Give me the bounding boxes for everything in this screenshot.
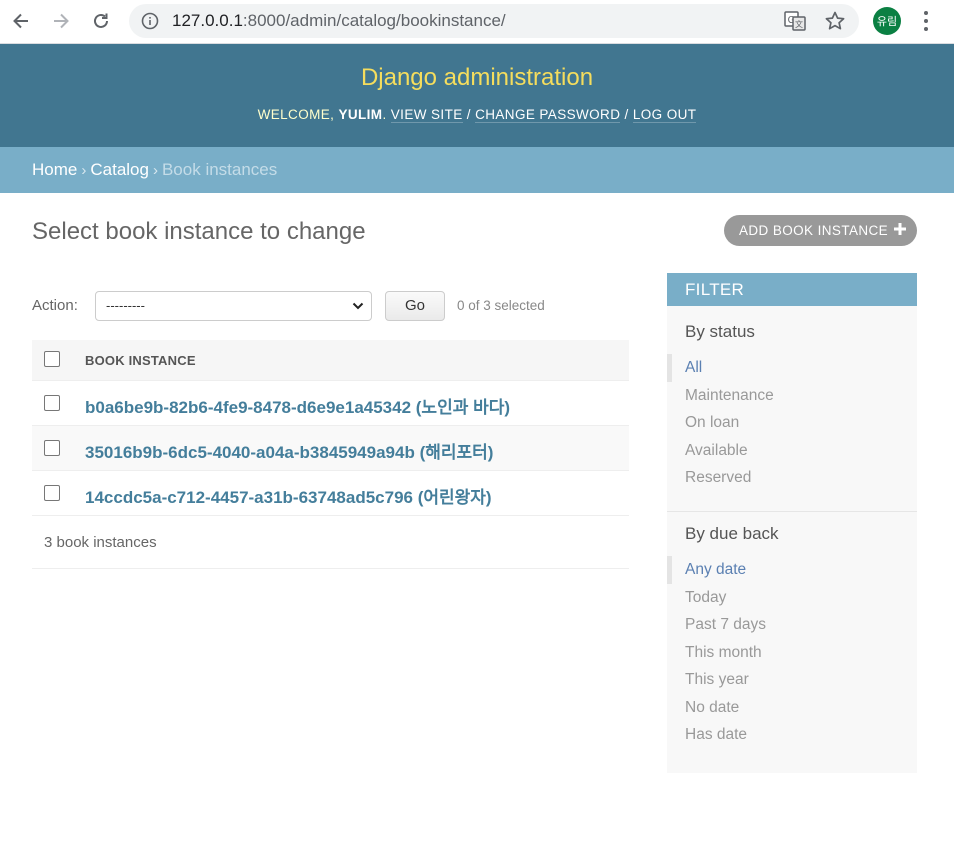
row-checkbox[interactable] (44, 395, 60, 411)
filter-option-maintenance[interactable]: Maintenance (667, 382, 917, 410)
filter-option-available[interactable]: Available (667, 437, 917, 465)
browser-menu-icon[interactable] (914, 8, 938, 34)
browser-toolbar: 127.0.0.1:8000/admin/catalog/bookinstanc… (0, 0, 954, 44)
row-checkbox[interactable] (44, 440, 60, 456)
selected-count: 0 of 3 selected (457, 298, 545, 313)
forward-button[interactable] (46, 6, 76, 36)
table-header: BOOK INSTANCE (32, 340, 629, 381)
url-text: 127.0.0.1:8000/admin/catalog/bookinstanc… (172, 11, 506, 30)
filter-heading-due-back: By due back (685, 524, 779, 543)
filter-option-on-loan[interactable]: On loan (667, 409, 917, 437)
action-selected-value: --------- (106, 298, 145, 313)
filter-option-no-date[interactable]: No date (667, 694, 917, 722)
breadcrumb-separator: › (152, 162, 158, 179)
add-book-instance-button[interactable]: ADD BOOK INSTANCE (724, 215, 917, 246)
filter-option-has-date[interactable]: Has date (667, 721, 917, 749)
book-instance-link[interactable]: 14ccdc5a-c712-4457-a31b-63748ad5c796 (어린… (85, 483, 492, 508)
back-arrow-icon (13, 13, 28, 29)
breadcrumb-catalog[interactable]: Catalog (90, 160, 149, 179)
filter-option-any-date[interactable]: Any date (667, 556, 917, 584)
page-title: Select book instance to change (32, 218, 366, 245)
filter-group-status: By status All Maintenance On loan Availa… (667, 322, 917, 492)
site-name[interactable]: Django administration (0, 64, 954, 92)
row-checkbox[interactable] (44, 485, 60, 501)
filter-divider (667, 511, 917, 512)
result-count: 3 book instances (44, 534, 157, 551)
back-button[interactable] (6, 6, 36, 36)
bookmark-star-icon[interactable] (824, 10, 846, 32)
site-info-icon[interactable] (141, 12, 159, 30)
breadcrumb: Home › Catalog › Book instances (0, 147, 954, 193)
add-button-label: ADD BOOK INSTANCE (739, 223, 889, 238)
table-row: b0a6be9b-82b6-4fe9-8478-d6e9e1a45342 (노인… (32, 381, 629, 426)
table-row: 14ccdc5a-c712-4457-a31b-63748ad5c796 (어린… (32, 471, 629, 516)
filter-option-today[interactable]: Today (667, 584, 917, 612)
log-out-link[interactable]: LOG OUT (632, 107, 697, 123)
action-select[interactable]: --------- (95, 291, 372, 321)
username: YULIM (338, 107, 383, 122)
actions-bar: Action: --------- Go 0 of 3 selected (32, 291, 629, 321)
filter-title: FILTER (667, 273, 917, 306)
welcome-text: WELCOME, (257, 107, 339, 122)
column-header-book-instance[interactable]: BOOK INSTANCE (85, 353, 196, 368)
reload-button[interactable] (86, 6, 116, 36)
paginator: 3 book instances (32, 516, 629, 569)
book-instance-link[interactable]: 35016b9b-6dc5-4040-a04a-b3845949a94b (해리… (85, 438, 493, 463)
table-row: 35016b9b-6dc5-4040-a04a-b3845949a94b (해리… (32, 426, 629, 471)
breadcrumb-current: Book instances (161, 160, 278, 179)
filter-sidebar: FILTER By status All Maintenance On loan… (667, 273, 917, 773)
chevron-down-icon (352, 302, 364, 310)
filter-option-past-7-days[interactable]: Past 7 days (667, 611, 917, 639)
filter-option-this-year[interactable]: This year (667, 666, 917, 694)
reload-icon (94, 13, 108, 28)
admin-header: Django administration WELCOME, YULIM. VI… (0, 44, 954, 147)
address-bar[interactable]: 127.0.0.1:8000/admin/catalog/bookinstanc… (129, 4, 859, 38)
filter-heading-status: By status (685, 322, 755, 341)
breadcrumb-separator: › (81, 162, 87, 179)
select-all-checkbox[interactable] (44, 351, 60, 367)
filter-option-all[interactable]: All (667, 354, 917, 382)
filter-option-this-month[interactable]: This month (667, 639, 917, 667)
view-site-link[interactable]: VIEW SITE (390, 107, 463, 123)
svg-text:文: 文 (795, 19, 803, 29)
results-table: BOOK INSTANCE b0a6be9b-82b6-4fe9-8478-d6… (32, 340, 629, 569)
breadcrumb-home[interactable]: Home (32, 160, 77, 179)
book-instance-link[interactable]: b0a6be9b-82b6-4fe9-8478-d6e9e1a45342 (노인… (85, 393, 510, 418)
forward-arrow-icon (54, 13, 69, 29)
user-tools: WELCOME, YULIM. VIEW SITE / CHANGE PASSW… (257, 107, 697, 123)
change-password-link[interactable]: CHANGE PASSWORD (475, 107, 621, 123)
profile-avatar[interactable]: 유림 (873, 7, 901, 35)
filter-option-reserved[interactable]: Reserved (667, 464, 917, 492)
translate-icon[interactable]: G文 (784, 11, 806, 31)
action-label: Action: (32, 297, 78, 314)
go-button[interactable]: Go (385, 291, 445, 321)
plus-icon (894, 223, 906, 235)
filter-group-due-back: By due back Any date Today Past 7 days T… (667, 524, 917, 749)
